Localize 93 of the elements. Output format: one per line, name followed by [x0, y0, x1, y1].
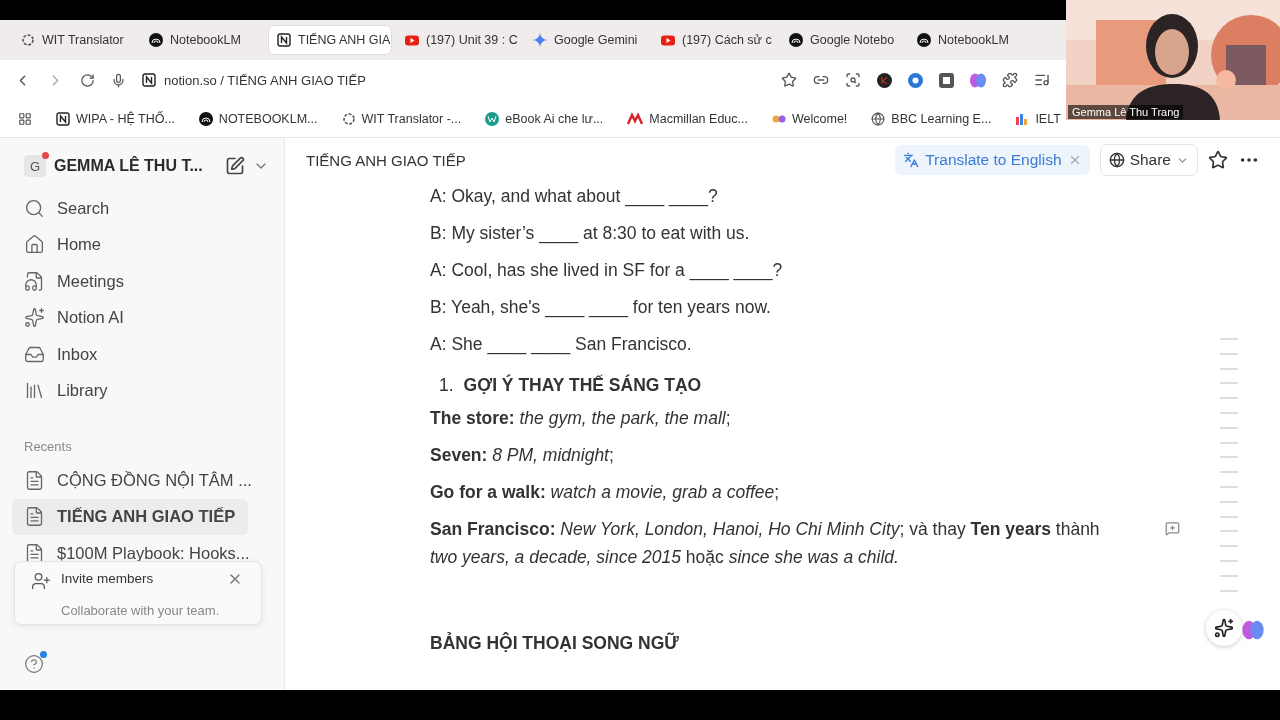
browser-tab[interactable]: Google Gemini — [524, 25, 648, 55]
extension-icon[interactable] — [877, 72, 892, 88]
paragraph: B: Yeah, she's ____ ____ for ten years now. — [430, 297, 771, 317]
sidebar-item[interactable]: Notion AI — [12, 299, 248, 336]
bookmark-label: WIPA - HỆ THỐ... — [76, 111, 175, 126]
workspace-avatar[interactable]: G — [24, 155, 46, 177]
bookmark[interactable]: eBook Ai che lư... — [485, 111, 604, 126]
bookmark[interactable]: BBC Learning E... — [871, 111, 992, 126]
sidebar-page[interactable]: $100M Playbook: Hooks... — [12, 535, 248, 572]
home-icon — [24, 234, 45, 256]
page-icon — [24, 469, 45, 491]
search-icon — [24, 197, 45, 219]
sidebar-item[interactable]: Meetings — [12, 263, 248, 300]
globe-icon — [871, 111, 886, 126]
paragraph: B: My sister’s ____ at 8:30 to eat with us. — [430, 223, 750, 243]
browser-tab[interactable]: TIẾNG ANH GIA — [268, 25, 392, 55]
sparkle-icon — [533, 33, 547, 47]
star-icon[interactable] — [1208, 150, 1228, 170]
breadcrumb[interactable]: TIẾNG ANH GIAO TIẾP — [306, 151, 466, 169]
ebook-icon — [485, 111, 500, 126]
translate-icon — [903, 152, 920, 168]
notion-icon — [56, 111, 70, 126]
puzzle-icon[interactable] — [1002, 72, 1018, 88]
browser-tab[interactable]: WIT Translator — [12, 25, 136, 55]
help-icon[interactable] — [24, 654, 44, 674]
sidebar-item[interactable]: Search — [12, 190, 248, 227]
notebook-icon — [917, 33, 931, 47]
page-icon — [24, 506, 45, 528]
bookmark-label: Welcome! — [791, 111, 848, 126]
list-number: 1. — [439, 375, 454, 396]
youtube-icon — [661, 34, 675, 46]
sidebar-item[interactable]: Home — [12, 226, 248, 263]
workspace-name[interactable]: GEMMA LÊ THU T... — [54, 157, 203, 175]
sidebar-page[interactable]: TIẾNG ANH GIAO TIẾP — [12, 498, 248, 535]
sidebar-item[interactable]: Inbox — [12, 336, 248, 373]
bookmark-label: NOTEBOOKLM... — [218, 111, 318, 126]
page-icon — [24, 542, 45, 564]
notebook-icon — [149, 33, 163, 47]
paragraph: A: Okay, and what about ____ ____? — [430, 186, 718, 206]
browser-tab[interactable]: NotebookLM — [140, 25, 264, 55]
sparkle-icon — [1214, 618, 1234, 638]
youtube-icon — [405, 34, 419, 46]
bookmark[interactable]: WIPA - HỆ THỐ... — [56, 111, 175, 126]
bookmark[interactable]: IELT — [1015, 111, 1061, 126]
bookmark-label: eBook Ai che lư... — [505, 111, 604, 126]
bookmark[interactable]: Macmillan Educ... — [627, 111, 748, 126]
media-icon[interactable] — [1034, 72, 1050, 88]
ielts-icon — [1015, 111, 1030, 126]
bookmark[interactable]: WIT Translator -... — [341, 111, 462, 126]
browser-tab[interactable]: Google Notebo — [780, 25, 904, 55]
star-icon[interactable] — [781, 72, 797, 88]
address-bar[interactable]: notion.so / TIẾNG ANH GIAO TIẾP — [164, 72, 366, 88]
notion-icon — [277, 33, 291, 47]
zoom-search-icon[interactable] — [845, 72, 861, 88]
apps-icon[interactable] — [18, 111, 32, 126]
sparkle-icon — [24, 307, 45, 329]
invite-title: Invite members — [61, 571, 155, 588]
bookmark-label: WIT Translator -... — [361, 111, 462, 126]
paragraph: A: Cool, has she lived in SF for a ____ ____? — [430, 260, 783, 280]
bookmark[interactable]: NOTEBOOKLM... — [198, 111, 318, 126]
sidebar-item[interactable]: Library — [12, 372, 248, 409]
add-comment-icon[interactable] — [1165, 521, 1180, 536]
invite-subtitle: Collaborate with your team. — [61, 603, 221, 620]
new-page-icon[interactable] — [224, 156, 245, 176]
browser-tab[interactable]: NotebookLM — [908, 25, 1032, 55]
share-button[interactable]: Share — [1099, 144, 1198, 176]
section-heading: BẢNG HỘI THOẠI SONG NGỮ — [430, 633, 680, 654]
browser-tab[interactable]: (197) Unit 39 : C — [396, 25, 520, 55]
participant-name: Gemma Lê Thu Trang — [1068, 105, 1184, 119]
list-heading: GỢI Ý THAY THẾ SÁNG TẠO — [463, 375, 702, 396]
extension-icon[interactable] — [939, 72, 954, 88]
reload-icon[interactable] — [80, 72, 95, 88]
microphone-icon[interactable] — [111, 72, 126, 88]
paragraph: San Francisco: New York, London, Hanoi, Ho Chi Minh City; và thay Ten years thành two years, a decade, since 2015 hoặc since she was a child. — [430, 519, 1100, 567]
bookmark[interactable]: Welcome! — [771, 111, 848, 126]
welcome-icon — [771, 113, 786, 124]
notebook-icon — [789, 33, 803, 47]
section-label: Recents — [24, 439, 73, 454]
browser-tab[interactable]: (197) Cách sử c — [652, 25, 776, 55]
paragraph: Seven: 8 PM, midnight; — [430, 445, 614, 465]
ai-assistant-button[interactable] — [1206, 610, 1242, 646]
macmillan-icon — [627, 111, 644, 126]
paragraph: Go for a walk: watch a movie, grab a coffee; — [430, 482, 780, 502]
notebook-icon — [198, 111, 213, 126]
globe-icon — [1108, 152, 1125, 168]
bookmark-label: BBC Learning E... — [891, 111, 992, 126]
notion-icon — [142, 73, 156, 87]
paragraph: The store: the gym, the park, the mall; — [430, 408, 731, 428]
translate-button[interactable]: Translate to English — [895, 145, 1090, 175]
paragraph: A: She ____ ____ San Francisco. — [430, 334, 692, 354]
user-plus-icon — [31, 571, 51, 591]
bookmark-label: IELT — [1035, 111, 1061, 126]
bookmark-label: Macmillan Educ... — [649, 111, 748, 126]
